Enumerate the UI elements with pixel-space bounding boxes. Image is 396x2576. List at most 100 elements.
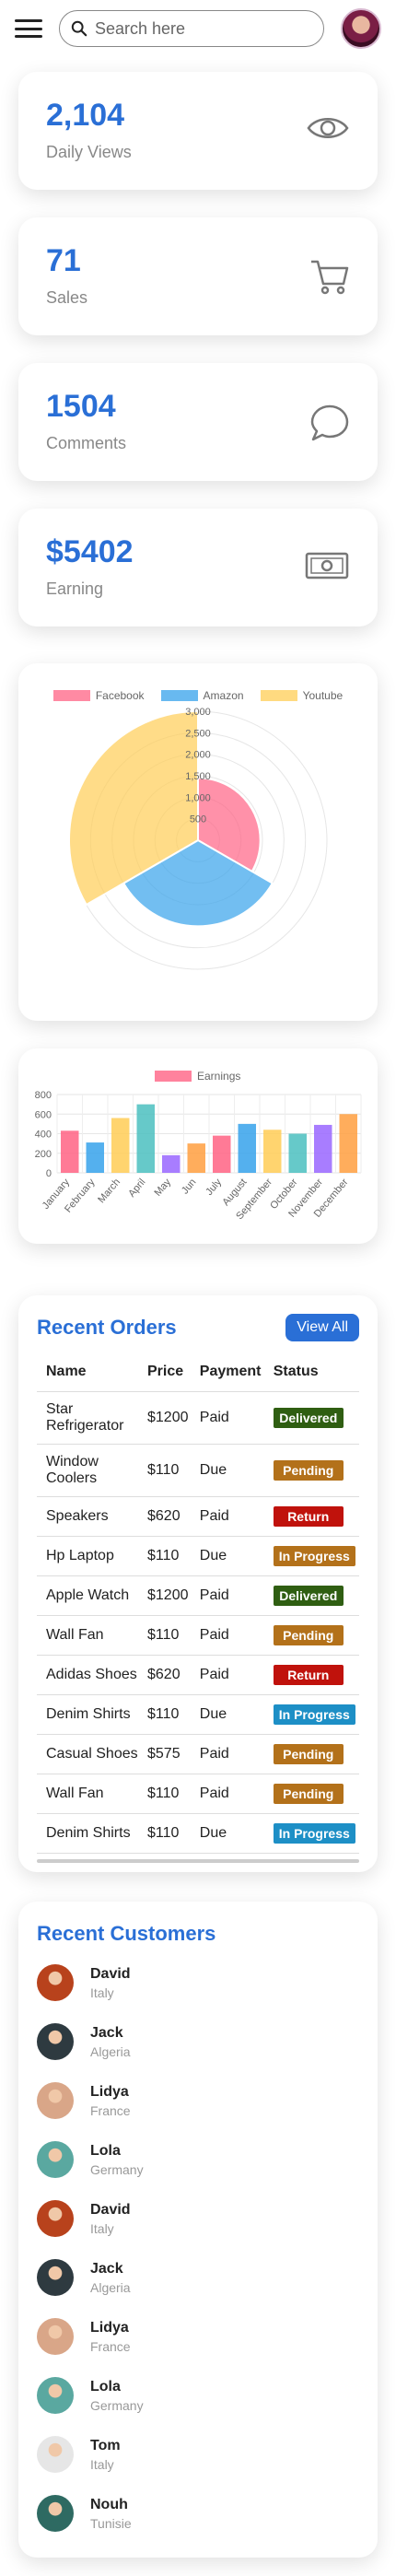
bar-may[interactable] [162,1154,181,1173]
customer-name: Jack [90,2024,123,2041]
legend-item[interactable]: Amazon [160,689,244,702]
legend-item[interactable]: Facebook [52,689,145,702]
order-name: Casual Shoes [37,1734,138,1774]
chat-icon [310,404,349,441]
order-name: Star Refrigerator [37,1391,138,1445]
bar-april[interactable] [136,1104,156,1173]
section-title: Recent Customers [37,1922,216,1945]
order-payment: Paid [190,1391,264,1445]
column-header: Payment [190,1352,264,1392]
x-tick-label: March [96,1177,122,1205]
bar-september[interactable] [263,1130,282,1173]
stat-value: 71 [46,243,81,278]
column-header: Price [138,1352,191,1392]
customer-item[interactable]: Nouh Tunisie [37,2489,359,2537]
status-badge: Pending [273,1744,344,1764]
eye-icon [307,118,349,138]
status-badge: In Progress [273,1823,355,1844]
customer-name: Lidya [90,2083,129,2100]
order-payment: Paid [190,1734,264,1774]
stat-label: Sales [46,288,88,307]
polar-tick-label: 3,000 [185,707,211,718]
table-row[interactable]: Wall Fan $110 Paid Pending [37,1615,359,1656]
customer-item[interactable]: Jack Algeria [37,2254,359,2301]
bar-october[interactable] [288,1133,308,1174]
order-payment: Due [190,1813,264,1854]
order-price: $110 [138,1694,191,1735]
customer-item[interactable]: Lidya France [37,2077,359,2125]
order-payment: Paid [190,1655,264,1695]
view-all-button[interactable]: View All [285,1314,359,1341]
order-price: $110 [138,1615,191,1656]
table-row[interactable]: Star Refrigerator $1200 Paid Delivered [37,1391,359,1445]
avatar [37,1964,74,2001]
customer-item[interactable]: Tom Italy [37,2430,359,2478]
avatar [37,2259,74,2296]
customer-name: Lidya [90,2319,129,2336]
bar-december[interactable] [339,1114,358,1173]
table-header-row: Name Price Payment Status [37,1352,359,1392]
horizontal-scrollbar[interactable] [37,1859,359,1863]
stat-value: 1504 [46,389,116,424]
bar-january[interactable] [61,1130,79,1173]
table-row[interactable]: Adidas Shoes $620 Paid Return [37,1655,359,1695]
orders-table: Name Price Payment Status Star Refrigera… [37,1352,359,1854]
status-badge: Pending [273,1625,344,1645]
customer-name: Jack [90,2260,123,2277]
user-avatar[interactable] [341,8,381,49]
bar-jun[interactable] [187,1143,206,1173]
table-row[interactable]: Speakers $620 Paid Return [37,1496,359,1537]
customer-name: Lola [90,2142,121,2159]
table-row[interactable]: Denim Shirts $110 Due In Progress [37,1694,359,1735]
cart-icon [311,260,349,295]
order-name: Speakers [37,1496,138,1537]
table-row[interactable]: Denim Shirts $110 Due In Progress [37,1813,359,1854]
customer-country: Italy [90,1985,114,2000]
table-row[interactable]: Hp Laptop $110 Due In Progress [37,1536,359,1576]
customer-item[interactable]: David Italy [37,1959,359,2007]
recent-customers-card: Recent Customers David Italy Jack Algeria Li… [18,1902,378,2558]
order-payment: Paid [190,1615,264,1656]
customer-item[interactable]: Lidya France [37,2313,359,2360]
legend-label: Amazon [203,689,244,702]
customer-item[interactable]: David Italy [37,2195,359,2242]
bar-chart: Earnings0200400600800JanuaryFebruaryMarc… [35,1070,362,1222]
bar-august[interactable] [238,1123,257,1173]
legend-label: Youtube [302,689,344,702]
legend-item[interactable]: Youtube [260,689,344,702]
bar-november[interactable] [314,1124,332,1173]
search-input[interactable] [95,18,312,39]
avatar [37,2023,74,2060]
legend-label[interactable]: Earnings [197,1070,240,1083]
avatar [37,2318,74,2355]
customer-name: Lola [90,2378,121,2395]
customer-item[interactable]: Jack Algeria [37,2018,359,2066]
customer-item[interactable]: Lola Germany [37,2136,359,2184]
order-price: $110 [138,1774,191,1814]
search-box[interactable] [59,10,324,47]
menu-icon[interactable] [15,19,42,38]
top-bar [0,0,396,57]
bar-february[interactable] [86,1142,105,1173]
stat-value: 2,104 [46,98,125,133]
polar-tick-label: 500 [190,814,206,825]
bar-july[interactable] [213,1135,231,1173]
customer-name: Tom [90,2437,121,2453]
polar-chart-card: Facebook Amazon Youtube 500 1,000 1,500 2,0… [18,663,378,1021]
stat-label: Daily Views [46,143,132,161]
stat-label: Earning [46,580,104,598]
y-tick-label: 400 [35,1130,52,1141]
customer-item[interactable]: Lola Germany [37,2371,359,2419]
stat-card-sales: 71 Sales [18,217,378,335]
customer-name: Nouh [90,2496,128,2512]
order-payment: Due [190,1444,264,1497]
order-status-cell: Delivered [263,1391,359,1445]
bar-march[interactable] [111,1118,130,1174]
table-row[interactable]: Casual Shoes $575 Paid Pending [37,1734,359,1774]
stat-card-comments: 1504 Comments [18,363,378,481]
table-row[interactable]: Window Coolers $110 Due Pending [37,1444,359,1497]
table-row[interactable]: Wall Fan $110 Paid Pending [37,1774,359,1814]
table-row[interactable]: Apple Watch $1200 Paid Delivered [37,1575,359,1616]
recent-orders-card: Recent Orders View All Name Price Paymen… [18,1295,378,1872]
order-status-cell: Return [263,1655,359,1695]
